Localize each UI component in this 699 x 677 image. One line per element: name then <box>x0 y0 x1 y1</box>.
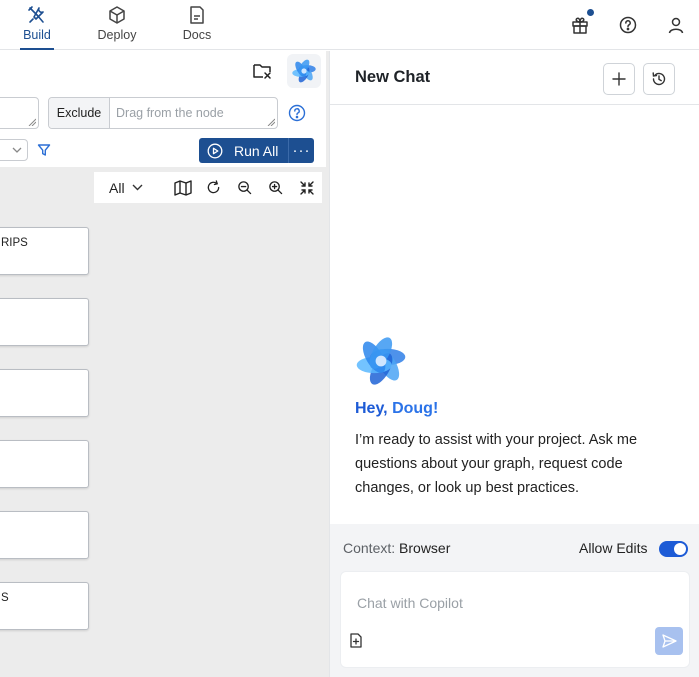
cube-icon <box>106 4 128 26</box>
chevron-down-icon <box>132 184 143 191</box>
chat-greeting: Hey, Doug! <box>355 400 438 418</box>
filter-icon[interactable] <box>37 143 51 157</box>
exclude-input[interactable]: Drag from the node <box>110 98 277 128</box>
tab-build[interactable]: Build <box>20 4 54 50</box>
chat-composer-area: Context: Browser Allow Edits Chat with C… <box>330 524 699 677</box>
allow-edits-label: Allow Edits <box>579 540 648 556</box>
refresh-icon[interactable] <box>198 172 229 203</box>
workspace-toolbar: Exclude Drag from the node Run All ··· <box>0 51 326 167</box>
tab-docs[interactable]: Docs <box>182 4 212 50</box>
selector-dropdown[interactable] <box>0 139 28 161</box>
run-all-button[interactable]: Run All ··· <box>199 138 314 163</box>
greeting-prefix: Hey, <box>355 400 393 417</box>
fit-view-icon[interactable] <box>291 172 322 203</box>
copilot-chat-panel: New Chat Hey, Doug! I’m ready to assist … <box>329 51 699 677</box>
context-value: Browser <box>399 540 451 556</box>
graph-node[interactable]: RIPS <box>0 227 89 275</box>
graph-filter-value: All <box>109 179 125 196</box>
top-nav-bar: Build Deploy Docs <box>0 0 699 50</box>
document-icon <box>186 4 208 26</box>
graph-workspace: Exclude Drag from the node Run All ··· A… <box>0 51 329 677</box>
graph-node[interactable] <box>0 511 89 559</box>
copilot-logo-icon <box>292 59 316 83</box>
selection-help-icon[interactable] <box>288 104 306 122</box>
notification-badge <box>586 8 595 17</box>
chat-intro-text: I’m ready to assist with your project. A… <box>355 432 638 496</box>
gift-icon[interactable] <box>569 8 595 36</box>
include-textarea[interactable] <box>0 97 39 129</box>
zoom-in-icon[interactable] <box>260 172 291 203</box>
user-icon[interactable] <box>665 14 687 36</box>
exclude-placeholder: Drag from the node <box>116 106 224 120</box>
context-indicator: Context: Browser <box>343 540 450 556</box>
graph-node[interactable] <box>0 369 89 417</box>
send-icon <box>661 634 677 648</box>
play-icon <box>202 143 228 159</box>
chat-title: New Chat <box>355 68 431 86</box>
plus-icon <box>612 72 626 86</box>
resize-grip-icon <box>28 118 36 126</box>
allow-edits-toggle[interactable] <box>659 541 688 557</box>
graph-node-label: RIPS <box>1 237 28 249</box>
chat-header: New Chat <box>330 51 699 105</box>
context-label: Context: <box>343 540 396 556</box>
tab-deploy-label: Deploy <box>97 28 137 42</box>
chat-input[interactable]: Chat with Copilot <box>340 571 690 668</box>
map-icon[interactable] <box>167 172 198 203</box>
graph-node[interactable] <box>0 440 89 488</box>
tab-deploy[interactable]: Deploy <box>97 4 137 50</box>
help-icon[interactable] <box>617 14 639 36</box>
exclude-field: Exclude Drag from the node <box>48 97 278 129</box>
chat-history-button[interactable] <box>643 63 675 95</box>
graph-filter-select[interactable]: All <box>109 180 167 196</box>
copilot-logo-icon <box>354 334 408 388</box>
graph-node[interactable] <box>0 298 89 346</box>
greeting-name: Doug! <box>392 400 439 417</box>
resize-grip-icon <box>267 118 275 126</box>
graph-node[interactable]: S <box>0 582 89 630</box>
graph-node-label: S <box>1 592 9 604</box>
run-options-button[interactable]: ··· <box>288 138 314 163</box>
tab-docs-label: Docs <box>182 28 212 42</box>
graph-toolbar: All <box>94 172 322 203</box>
run-all-label: Run All <box>234 142 279 159</box>
copilot-logo-button[interactable] <box>287 54 321 88</box>
chat-input-placeholder: Chat with Copilot <box>357 595 463 611</box>
send-button[interactable] <box>655 627 683 655</box>
folder-close-icon[interactable] <box>252 61 274 83</box>
exclude-label: Exclude <box>49 98 110 128</box>
attach-file-icon[interactable] <box>349 633 364 648</box>
zoom-out-icon[interactable] <box>229 172 260 203</box>
history-icon <box>652 72 666 86</box>
build-icon <box>26 4 48 26</box>
tab-build-label: Build <box>23 28 51 42</box>
new-chat-button[interactable] <box>603 63 635 95</box>
chevron-down-icon <box>12 147 22 153</box>
